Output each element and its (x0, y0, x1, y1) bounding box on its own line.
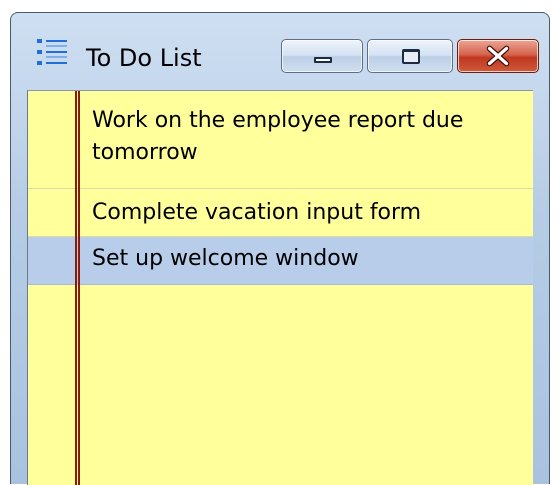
todo-window: To Do List Work on the employee report d… (10, 12, 550, 485)
minimize-icon (314, 57, 332, 63)
minimize-button[interactable] (281, 39, 363, 73)
list-icon (37, 39, 67, 65)
close-button[interactable] (457, 39, 539, 73)
margin-line (75, 91, 80, 485)
todo-list: Work on the employee report due tomorrow… (27, 90, 533, 485)
task-text: Complete vacation input form (92, 200, 422, 225)
title-bar[interactable]: To Do List (11, 13, 549, 91)
list-item[interactable]: Complete vacation input form (28, 189, 533, 237)
maximize-button[interactable] (367, 39, 453, 73)
list-item[interactable]: Work on the employee report due tomorrow (28, 91, 533, 189)
list-item-selected[interactable]: Set up welcome window (28, 237, 533, 285)
close-icon (486, 45, 510, 67)
task-text: Set up welcome window (92, 246, 359, 271)
task-text: Work on the employee report due tomorrow (92, 108, 464, 165)
maximize-icon (402, 49, 420, 64)
window-title: To Do List (86, 44, 202, 72)
